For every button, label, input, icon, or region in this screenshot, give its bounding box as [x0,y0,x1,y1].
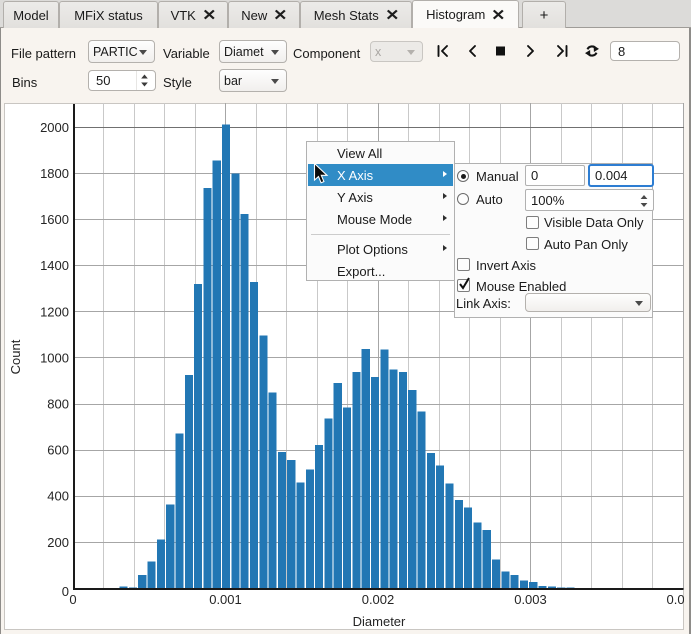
svg-text:0: 0 [69,592,76,607]
svg-text:200: 200 [47,535,69,550]
svg-text:400: 400 [47,489,69,504]
svg-text:2000: 2000 [40,120,69,135]
svg-text:1800: 1800 [40,166,69,181]
svg-text:0.003: 0.003 [514,592,547,607]
svg-text:Diameter: Diameter [353,614,406,629]
svg-text:1400: 1400 [40,258,69,273]
svg-text:0.0: 0.0 [667,592,684,607]
svg-text:1600: 1600 [40,212,69,227]
svg-text:0: 0 [62,584,69,599]
svg-text:800: 800 [47,397,69,412]
svg-text:Count: Count [8,339,23,374]
svg-text:600: 600 [47,443,69,458]
svg-text:0.002: 0.002 [362,592,395,607]
svg-text:1000: 1000 [40,350,69,365]
svg-text:1200: 1200 [40,304,69,319]
svg-text:0.001: 0.001 [209,592,242,607]
